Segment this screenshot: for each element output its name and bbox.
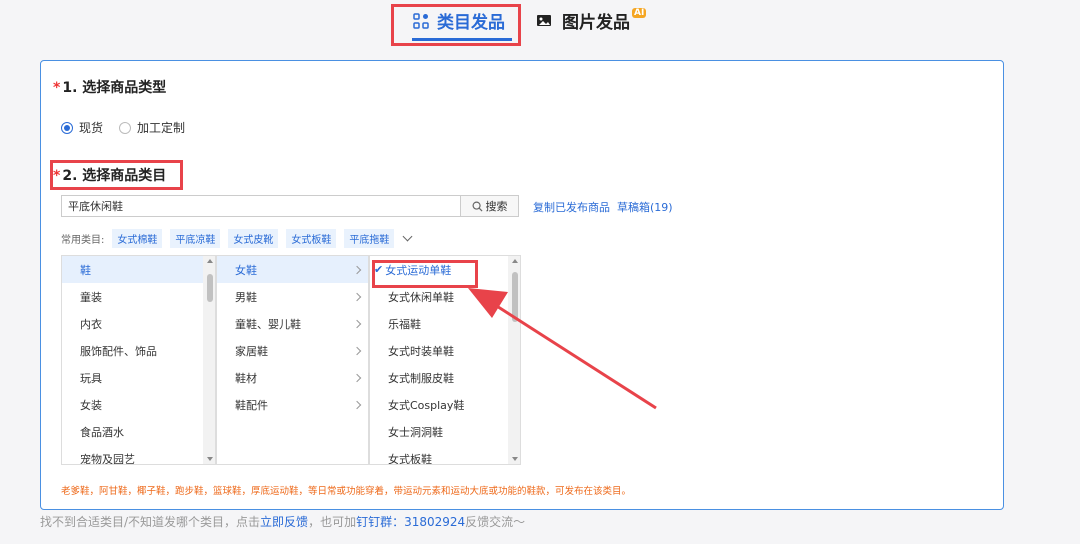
list-item[interactable]: 内衣 [62, 310, 215, 337]
tab-image[interactable]: 图片发品 AI [536, 7, 647, 33]
list-item[interactable]: 女鞋 [217, 256, 368, 283]
scroll-up-icon [512, 259, 518, 263]
list-item[interactable]: 鞋配件 [217, 391, 368, 418]
scrollbar[interactable] [508, 256, 520, 464]
chevron-right-icon [352, 319, 362, 328]
search-button[interactable]: 搜索 [461, 195, 519, 217]
main-panel: * 1. 选择商品类型 现货 加工定制 * 2. 选择商品类目 平底休闲鞋 搜索 复… [40, 60, 1004, 510]
list-item[interactable]: 女式板鞋 [370, 445, 520, 465]
category-note: 老爹鞋，阿甘鞋，椰子鞋，跑步鞋，篮球鞋，厚底运动鞋，等日常或功能穿着，带运动元素… [61, 486, 632, 497]
chevron-right-icon [352, 265, 362, 274]
ai-badge: AI [632, 7, 647, 18]
scrollbar-thumb[interactable] [512, 272, 518, 322]
feedback-link[interactable]: 立即反馈 [260, 515, 308, 529]
category-column-2: 女鞋 男鞋 童鞋、婴儿鞋 家居鞋 鞋材 鞋配件 [216, 255, 369, 465]
list-item[interactable]: 女式时装单鞋 [370, 337, 520, 364]
chevron-right-icon [352, 373, 362, 382]
chevron-right-icon [352, 400, 362, 409]
list-item[interactable]: 服饰配件、饰品 [62, 337, 215, 364]
dingding-group: 钉钉群：31802924 [356, 515, 466, 529]
scroll-up-icon [207, 259, 213, 263]
image-icon [537, 14, 551, 26]
top-tabs: 类目发品 图片发品 AI [0, 0, 1080, 50]
radio-spot[interactable]: 现货 [61, 119, 103, 136]
list-item[interactable]: 童装 [62, 283, 215, 310]
list-item[interactable]: 鞋 [62, 256, 215, 283]
footer-text: 找不到合适类目/不知道发哪个类目，点击立即反馈，也可加钉钉群：31802924反… [40, 515, 526, 529]
scrollbar-thumb[interactable] [207, 274, 213, 302]
common-chip[interactable]: 女式板鞋 [286, 229, 337, 248]
chevron-right-icon [352, 346, 362, 355]
chevron-down-icon[interactable] [402, 231, 413, 242]
highlight-box-section [50, 160, 183, 190]
list-item[interactable]: 玩具 [62, 364, 215, 391]
scroll-down-icon [512, 457, 518, 461]
copy-published-link[interactable]: 复制已发布商品 [533, 199, 610, 215]
list-item[interactable]: 女士洞洞鞋 [370, 418, 520, 445]
list-item[interactable]: 鞋材 [217, 364, 368, 391]
scroll-down-icon [207, 457, 213, 461]
scrollbar[interactable] [203, 256, 215, 464]
list-item[interactable]: 童鞋、婴儿鞋 [217, 310, 368, 337]
search-icon [472, 201, 483, 212]
common-chip[interactable]: 女式皮靴 [228, 229, 279, 248]
draft-box-link[interactable]: 草稿箱(19) [617, 199, 673, 215]
common-chip[interactable]: 平底拖鞋 [344, 229, 395, 248]
type-radio-group: 现货 加工定制 [61, 119, 185, 136]
highlight-box-selected [372, 260, 478, 288]
category-column-1: 鞋 童装 内衣 服饰配件、饰品 玩具 女装 食品酒水 宠物及园艺 [61, 255, 216, 465]
radio-unchecked-icon [119, 121, 132, 134]
common-label: 常用类目: [61, 235, 105, 246]
chevron-right-icon [352, 292, 362, 301]
common-categories: 常用类目: 女式棉鞋 平底凉鞋 女式皮靴 女式板鞋 平底拖鞋 [61, 229, 413, 248]
list-item[interactable]: 女装 [62, 391, 215, 418]
list-item[interactable]: 女式制服皮鞋 [370, 364, 520, 391]
list-item[interactable]: 男鞋 [217, 283, 368, 310]
list-item[interactable]: 女式Cosplay鞋 [370, 391, 520, 418]
radio-checked-icon [61, 121, 73, 134]
highlight-box-tab [391, 4, 521, 46]
common-chip[interactable]: 平底凉鞋 [170, 229, 221, 248]
radio-custom[interactable]: 加工定制 [119, 119, 185, 136]
list-item[interactable]: 家居鞋 [217, 337, 368, 364]
tab-image-label: 图片发品 [562, 13, 630, 33]
list-item[interactable]: 宠物及园艺 [62, 445, 215, 464]
list-item[interactable]: 乐福鞋 [370, 310, 520, 337]
section-type-title: * 1. 选择商品类型 [53, 80, 167, 96]
category-search-input[interactable]: 平底休闲鞋 [61, 195, 461, 217]
list-item[interactable]: 食品酒水 [62, 418, 215, 445]
common-chip[interactable]: 女式棉鞋 [112, 229, 163, 248]
